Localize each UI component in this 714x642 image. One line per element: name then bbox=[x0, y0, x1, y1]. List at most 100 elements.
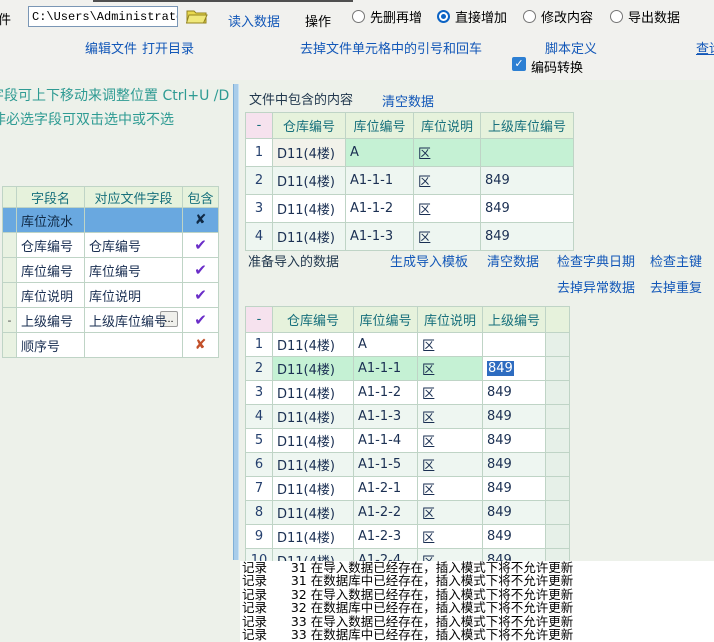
data-cell[interactable]: A1-1-4 bbox=[354, 429, 418, 453]
mapping-row-gutter[interactable]: - bbox=[3, 308, 17, 333]
script-def-link[interactable]: 脚本定义 bbox=[545, 38, 597, 57]
data-cell[interactable]: 区 bbox=[418, 381, 483, 405]
mapping-row-gutter[interactable] bbox=[3, 208, 17, 233]
data-cell[interactable]: A1-1-2 bbox=[346, 195, 414, 223]
clear-file-data-link[interactable]: 清空数据 bbox=[382, 91, 434, 110]
data-cell[interactable]: 849 bbox=[483, 381, 546, 405]
data-cell[interactable]: D11(4楼) bbox=[273, 405, 354, 429]
import-header-warehouse[interactable]: 仓库编号 bbox=[273, 307, 354, 333]
included-check-icon[interactable]: ✔ bbox=[183, 308, 219, 333]
mode-radio-4[interactable]: 导出数据 bbox=[610, 9, 680, 24]
file-header-parent[interactable]: 上级库位编号 bbox=[481, 113, 574, 139]
data-cell[interactable]: D11(4楼) bbox=[273, 357, 354, 381]
data-cell[interactable]: D11(4楼) bbox=[273, 333, 354, 357]
data-cell[interactable]: 区 bbox=[418, 501, 483, 525]
data-cell[interactable]: A1-2-2 bbox=[354, 501, 418, 525]
import-header-parent[interactable]: 上级编号 bbox=[483, 307, 546, 333]
included-check-icon[interactable]: ✔ bbox=[183, 283, 219, 308]
mapping-header-file-field[interactable]: 对应文件字段 bbox=[85, 187, 183, 208]
data-cell[interactable]: 849 bbox=[483, 429, 546, 453]
mapping-header-field[interactable]: 字段名 bbox=[17, 187, 85, 208]
data-cell[interactable]: 849 bbox=[481, 167, 574, 195]
mode-radio-2[interactable]: 直接增加 bbox=[437, 9, 507, 24]
row-number[interactable]: 3 bbox=[246, 195, 273, 223]
mode-radio-3[interactable]: 修改内容 bbox=[523, 9, 593, 24]
data-cell[interactable]: D11(4楼) bbox=[273, 381, 354, 405]
row-number[interactable]: 6 bbox=[246, 453, 273, 477]
mapping-file-field-cell[interactable] bbox=[85, 333, 183, 358]
data-cell[interactable]: D11(4楼) bbox=[273, 139, 346, 167]
data-cell[interactable]: 849 bbox=[483, 405, 546, 429]
row-number[interactable]: 4 bbox=[246, 223, 273, 251]
row-number[interactable]: 5 bbox=[246, 429, 273, 453]
data-cell[interactable]: 区 bbox=[418, 477, 483, 501]
data-cell[interactable]: 849 bbox=[483, 453, 546, 477]
data-cell[interactable]: A1-1-1 bbox=[354, 357, 418, 381]
import-gutter-header[interactable]: - bbox=[246, 307, 273, 333]
mode-radio-1[interactable]: 先删再增 bbox=[352, 9, 422, 24]
data-cell[interactable]: 849 bbox=[481, 195, 574, 223]
mapping-file-field-cell[interactable]: 仓库编号 bbox=[85, 233, 183, 258]
gen-template-link[interactable]: 生成导入模板 bbox=[390, 251, 468, 270]
strip-quotes-link[interactable]: 去掉文件单元格中的引号和回车 bbox=[300, 38, 482, 57]
mapping-file-field-cell[interactable] bbox=[85, 208, 183, 233]
row-number[interactable]: 2 bbox=[246, 167, 273, 195]
data-cell[interactable]: A1-2-3 bbox=[354, 525, 418, 549]
row-number[interactable]: 4 bbox=[246, 405, 273, 429]
data-cell[interactable]: D11(4楼) bbox=[273, 195, 346, 223]
data-cell[interactable]: 区 bbox=[414, 139, 481, 167]
mapping-header-included[interactable]: 包含 bbox=[183, 187, 219, 208]
data-cell[interactable]: A bbox=[354, 333, 418, 357]
data-cell[interactable]: A1-1-3 bbox=[354, 405, 418, 429]
data-cell[interactable]: A1-1-1 bbox=[346, 167, 414, 195]
remove-duplicates-link[interactable]: 去掉重复 bbox=[650, 277, 702, 296]
data-cell[interactable]: D11(4楼) bbox=[273, 525, 354, 549]
data-cell[interactable] bbox=[483, 333, 546, 357]
mapping-field-cell[interactable]: 顺序号 bbox=[17, 333, 85, 358]
import-header-desc[interactable]: 库位说明 bbox=[418, 307, 483, 333]
data-cell[interactable]: 区 bbox=[414, 167, 481, 195]
field-picker-button[interactable]: ... bbox=[160, 311, 178, 327]
row-number[interactable]: 2 bbox=[246, 357, 273, 381]
data-cell[interactable]: D11(4楼) bbox=[273, 501, 354, 525]
import-header-location[interactable]: 库位编号 bbox=[354, 307, 418, 333]
excluded-cross-icon[interactable]: ✘ bbox=[183, 333, 219, 358]
data-cell[interactable]: A1-1-5 bbox=[354, 453, 418, 477]
file-header-desc[interactable]: 库位说明 bbox=[414, 113, 481, 139]
data-cell[interactable]: D11(4楼) bbox=[273, 429, 354, 453]
mapping-row-gutter[interactable] bbox=[3, 233, 17, 258]
data-cell[interactable]: 区 bbox=[418, 333, 483, 357]
data-cell[interactable]: 区 bbox=[418, 525, 483, 549]
data-cell[interactable]: 区 bbox=[418, 357, 483, 381]
browse-folder-button[interactable] bbox=[186, 8, 208, 25]
excluded-cross-icon[interactable]: ✘ bbox=[183, 208, 219, 233]
radio-icon[interactable] bbox=[352, 10, 365, 23]
data-cell[interactable]: A bbox=[346, 139, 414, 167]
data-cell[interactable]: D11(4楼) bbox=[273, 167, 346, 195]
data-cell[interactable]: D11(4楼) bbox=[273, 223, 346, 251]
data-cell[interactable]: A1-1-3 bbox=[346, 223, 414, 251]
row-number[interactable]: 1 bbox=[246, 333, 273, 357]
file-gutter-header[interactable]: - bbox=[246, 113, 273, 139]
check-primary-key-link[interactable]: 检查主键 bbox=[650, 251, 702, 270]
mapping-field-cell[interactable]: 库位流水 bbox=[17, 208, 85, 233]
data-cell[interactable]: 849 bbox=[483, 501, 546, 525]
data-cell[interactable]: A1-2-1 bbox=[354, 477, 418, 501]
mapping-row-gutter[interactable] bbox=[3, 258, 17, 283]
check-dict-date-link[interactable]: 检查字典日期 bbox=[557, 251, 635, 270]
radio-icon[interactable] bbox=[610, 10, 623, 23]
file-header-warehouse[interactable]: 仓库编号 bbox=[273, 113, 346, 139]
read-data-link[interactable]: 读入数据 bbox=[228, 11, 280, 30]
data-cell[interactable]: 区 bbox=[418, 429, 483, 453]
data-cell[interactable]: 849 bbox=[483, 525, 546, 549]
included-check-icon[interactable]: ✔ bbox=[183, 258, 219, 283]
mapping-row-gutter[interactable] bbox=[3, 283, 17, 308]
open-dir-link[interactable]: 打开目录 bbox=[142, 38, 194, 57]
data-cell[interactable]: 849 bbox=[483, 357, 546, 381]
file-header-location[interactable]: 库位编号 bbox=[346, 113, 414, 139]
data-cell[interactable] bbox=[481, 139, 574, 167]
mapping-field-cell[interactable]: 仓库编号 bbox=[17, 233, 85, 258]
mapping-file-field-cell[interactable]: 库位编号 bbox=[85, 258, 183, 283]
encoding-checkbox[interactable]: ✓ bbox=[512, 57, 526, 71]
mapping-file-field-cell[interactable]: ...上级库位编号 bbox=[85, 308, 183, 333]
